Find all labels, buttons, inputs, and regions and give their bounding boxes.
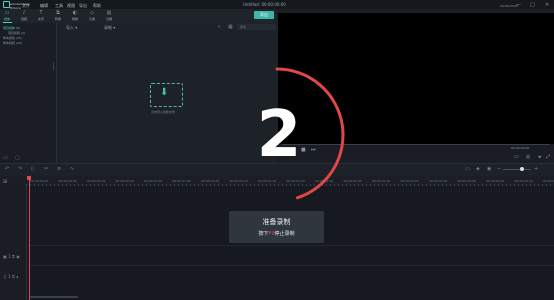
record-notice-hint: 按下F9停止录制 [229,230,324,237]
countdown-number: 2 [256,98,302,172]
hint-suffix: 停止录制 [274,231,295,237]
record-notice-title: 准备录制 [262,218,291,226]
hint-prefix: 按下 [258,231,269,237]
record-notice [229,211,324,243]
